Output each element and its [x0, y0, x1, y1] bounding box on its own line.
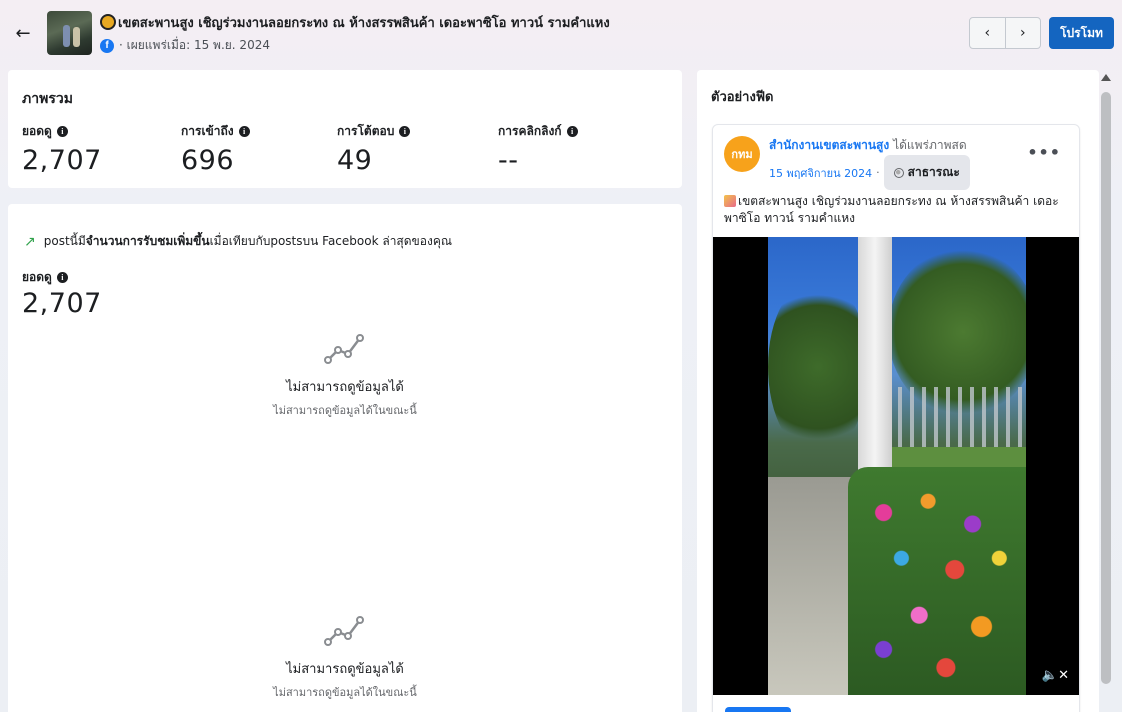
more-options-icon[interactable]: •••: [1027, 143, 1061, 162]
insights-card: ↗ postนี้มีจำนวนการรับชมเพิ่มขึ้นเมื่อเท…: [8, 204, 682, 712]
next-post-button[interactable]: ›: [1004, 18, 1041, 48]
empty-state: ไม่สามารถดูข้อมูลได้ ไม่สามารถดูข้อมูลได…: [8, 612, 682, 701]
post-title: เขตสะพานสูง เชิญร่วมงานลอยกระทง ณ ห้างสร…: [100, 12, 610, 33]
metric-label: การโต้ตอบ: [337, 124, 395, 138]
line-chart-icon: [324, 334, 364, 364]
chevron-right-icon: ›: [1019, 25, 1026, 41]
metric-value: 696: [181, 145, 235, 176]
post-thumbnail: [47, 11, 92, 55]
overview-title: ภาพรวม: [22, 91, 73, 107]
metric-label: การเข้าถึง: [181, 124, 234, 138]
trend-suffix: เมื่อเทียบกับpostsบน Facebook ล่าสุดของค…: [209, 234, 452, 248]
globe-icon: [893, 167, 904, 178]
post-header: ← เขตสะพานสูง เชิญร่วมงานลอยกระทง ณ ห้าง…: [0, 0, 1122, 70]
metric-value: --: [498, 145, 519, 176]
trend-summary: ↗ postนี้มีจำนวนการรับชมเพิ่มขึ้นเมื่อเท…: [24, 232, 452, 251]
post-date[interactable]: 15 พฤศจิกายน 2024: [769, 164, 872, 182]
page-avatar[interactable]: กทม: [724, 136, 760, 172]
scroll-up-arrow-icon[interactable]: [1101, 74, 1111, 81]
metric-views: ยอดดู i 2,707: [22, 122, 102, 176]
promote-button[interactable]: โปรโมท: [1049, 17, 1114, 49]
empty-state-subtitle: ไม่สามารถดูข้อมูลได้ในขณะนี้: [273, 686, 417, 699]
privacy-badge[interactable]: สาธารณะ: [883, 155, 970, 190]
trending-up-icon: ↗: [24, 233, 36, 250]
info-icon[interactable]: i: [399, 126, 411, 137]
feed-preview-title: ตัวอย่างฟีด: [711, 90, 774, 105]
post-meta: f · เผยแพร่เมื่อ: 15 พ.ย. 2024: [100, 36, 270, 55]
scrollbar[interactable]: [1099, 70, 1115, 712]
previous-post-button[interactable]: ‹: [970, 18, 1005, 48]
views-label-row: ยอดดู i: [22, 268, 68, 287]
post-navigation: ‹ ›: [969, 17, 1041, 49]
info-icon[interactable]: i: [566, 126, 578, 137]
mute-icon[interactable]: 🔈✕: [1042, 668, 1069, 683]
info-icon[interactable]: i: [56, 126, 68, 137]
empty-state: ไม่สามารถดูข้อมูลได้ ไม่สามารถดูข้อมูลได…: [8, 330, 682, 419]
info-icon[interactable]: i: [238, 126, 250, 137]
avatar-text: กทม: [731, 147, 753, 161]
metric-reach: การเข้าถึง i 696: [181, 122, 250, 176]
chevron-left-icon: ‹: [984, 25, 991, 41]
empty-state-title: ไม่สามารถดูข้อมูลได้: [286, 380, 404, 395]
scrollbar-thumb[interactable]: [1101, 92, 1111, 684]
empty-state-subtitle: ไม่สามารถดูข้อมูลได้ในขณะนี้: [273, 404, 417, 417]
metric-link-clicks: การคลิกลิงก์ i --: [498, 122, 578, 176]
feed-post: กทม สำนักงานเขตสะพานสูง ได้แพร่ภาพสด 15 …: [712, 124, 1080, 712]
post-title-text: เขตสะพานสูง เชิญร่วมงานลอยกระทง ณ ห้างสร…: [118, 16, 610, 31]
sparkle-emoji-icon: [724, 195, 736, 207]
metric-label: การคลิกลิงก์: [498, 124, 562, 138]
emblem-icon: [100, 14, 116, 30]
metric-label: ยอดดู: [22, 124, 52, 138]
privacy-label: สาธารณะ: [907, 165, 960, 179]
video-frame: [768, 237, 1026, 695]
metric-value: 2,707: [22, 145, 102, 176]
info-icon[interactable]: i: [56, 272, 68, 283]
metric-engagement: การโต้ตอบ i 49: [337, 122, 411, 176]
views-label: ยอดดู: [22, 270, 52, 284]
empty-state-title: ไม่สามารถดูข้อมูลได้: [286, 662, 404, 677]
post-action-button[interactable]: [725, 707, 791, 712]
trend-prefix: postนี้มี: [43, 234, 86, 248]
page-name-link[interactable]: สำนักงานเขตสะพานสูง: [769, 138, 889, 152]
metric-value: 49: [337, 145, 373, 176]
post-date-line: 15 พฤศจิกายน 2024 · สาธารณะ: [769, 155, 970, 190]
overview-card: ภาพรวม ยอดดู i 2,707 การเข้าถึง i 696 กา…: [8, 70, 682, 188]
post-author-line: สำนักงานเขตสะพานสูง ได้แพร่ภาพสด: [769, 136, 967, 155]
post-text: เขตสะพานสูง เชิญร่วมงานลอยกระทง ณ ห้างสร…: [724, 193, 1069, 227]
feed-preview-card: ตัวอย่างฟีด กทม สำนักงานเขตสะพานสูง ได้แ…: [697, 70, 1099, 712]
facebook-icon: f: [100, 38, 114, 53]
post-text-content: เขตสะพานสูง เชิญร่วมงานลอยกระทง ณ ห้างสร…: [724, 194, 1059, 225]
trend-highlight: จำนวนการรับชมเพิ่มขึ้น: [85, 234, 210, 248]
page-action: ได้แพร่ภาพสด: [893, 138, 967, 152]
line-chart-icon: [324, 616, 364, 646]
published-date: · เผยแพร่เมื่อ: 15 พ.ย. 2024: [119, 38, 270, 52]
views-value: 2,707: [22, 288, 102, 319]
back-arrow-icon[interactable]: ←: [12, 22, 34, 44]
video-player[interactable]: 🔈✕: [713, 237, 1079, 695]
separator-dot: ·: [876, 166, 880, 179]
